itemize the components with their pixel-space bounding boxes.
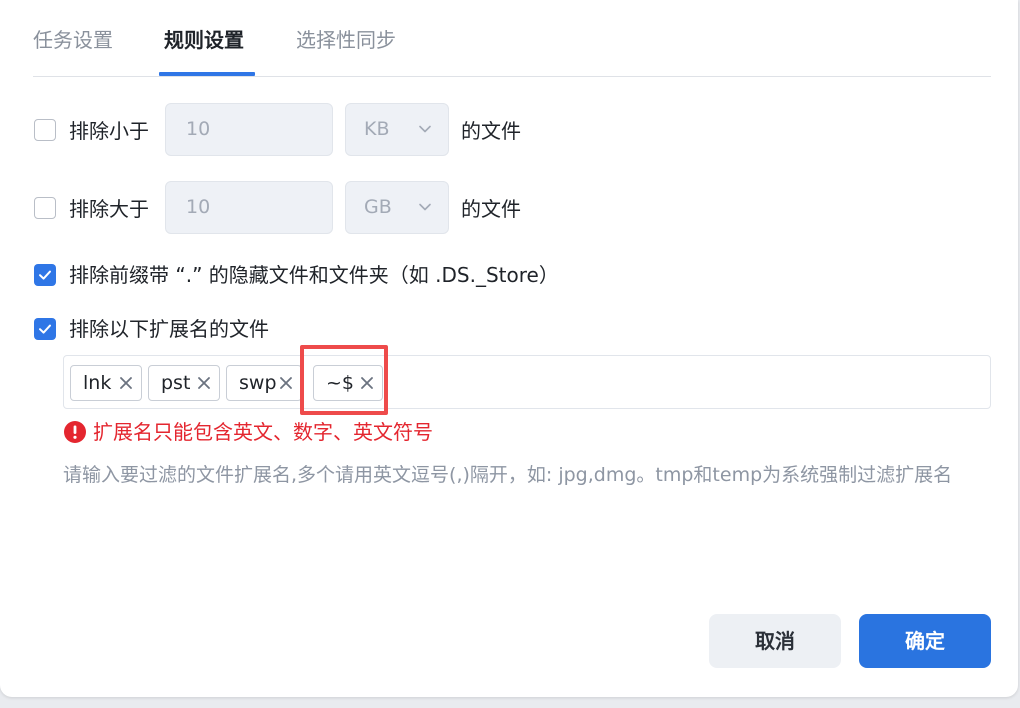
tag-label: swp	[239, 372, 277, 394]
close-icon[interactable]	[197, 376, 211, 390]
max-size-unit-select[interactable]: GB	[345, 181, 449, 234]
cancel-button[interactable]: 取消	[709, 614, 841, 668]
check-icon	[39, 270, 51, 280]
exclude-extensions-label: 排除以下扩展名的文件	[69, 317, 269, 341]
min-size-unit-value: KB	[364, 118, 390, 140]
exclude-smaller-suffix: 的文件	[461, 119, 521, 143]
close-icon[interactable]	[279, 376, 293, 390]
error-icon	[64, 421, 86, 443]
exclude-smaller-label: 排除小于	[69, 119, 149, 143]
tag-label: pst	[161, 372, 191, 394]
min-size-unit-select[interactable]: KB	[345, 103, 449, 156]
error-message: 扩展名只能包含英文、数字、英文符号	[93, 420, 433, 444]
check-icon	[39, 324, 51, 334]
invalid-tag-highlight	[300, 345, 388, 415]
extension-tag-input[interactable]: lnk pst swp ~$	[63, 355, 991, 409]
exclude-larger-suffix: 的文件	[461, 197, 521, 221]
extension-tag: swp	[226, 365, 302, 401]
exclude-hidden-checkbox[interactable]	[34, 264, 56, 286]
exclude-hidden-label: 排除前缀带 “.” 的隐藏文件和文件夹（如 .DS._Store）	[69, 263, 559, 287]
sync-settings-dialog: 任务设置 规则设置 选择性同步 排除小于 10 KB 的文件 排除大于 10 G…	[0, 0, 1018, 697]
tab-selective-sync[interactable]: 选择性同步	[296, 27, 396, 53]
tag-label: lnk	[83, 372, 112, 394]
min-size-input[interactable]: 10	[165, 103, 333, 156]
active-tab-indicator	[159, 72, 255, 76]
tab-rule-settings[interactable]: 规则设置	[164, 27, 244, 53]
max-size-unit-value: GB	[364, 196, 392, 218]
extension-tag: lnk	[70, 365, 142, 401]
exclude-larger-label: 排除大于	[69, 197, 149, 221]
extension-tag: pst	[148, 365, 220, 401]
max-size-input[interactable]: 10	[165, 181, 333, 234]
extension-hint: 请输入要过滤的文件扩展名,多个请用英文逗号(,)隔开，如: jpg,dmg。tm…	[63, 464, 953, 486]
close-icon[interactable]	[119, 376, 133, 390]
exclude-larger-checkbox[interactable]	[34, 197, 56, 219]
tab-bar: 任务设置 规则设置 选择性同步	[33, 0, 991, 77]
chevron-down-icon	[419, 125, 431, 133]
confirm-button[interactable]: 确定	[859, 614, 991, 668]
chevron-down-icon	[419, 203, 431, 211]
exclude-smaller-checkbox[interactable]	[34, 119, 56, 141]
tab-task-settings[interactable]: 任务设置	[33, 27, 113, 53]
exclude-extensions-checkbox[interactable]	[34, 318, 56, 340]
